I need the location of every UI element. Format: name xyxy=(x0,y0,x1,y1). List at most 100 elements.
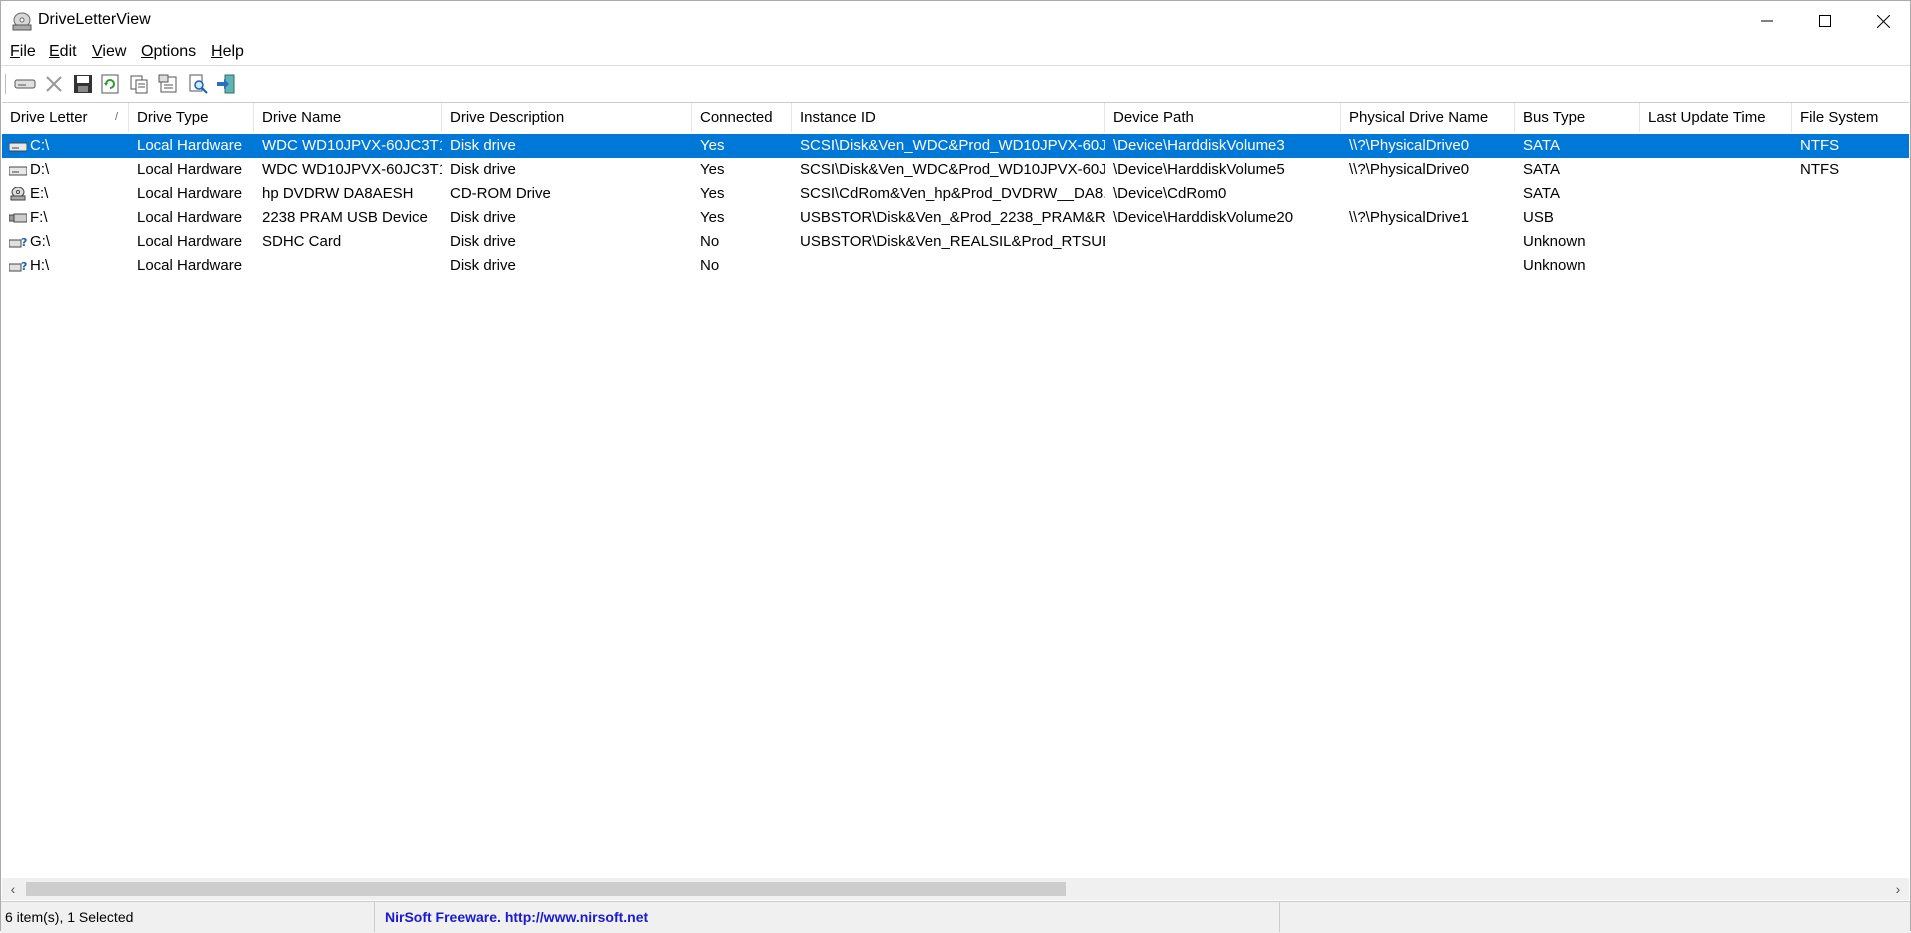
cell-instance-id xyxy=(792,254,1105,278)
cell-file-system xyxy=(1792,230,1909,254)
cell-last-update-time xyxy=(1640,254,1792,278)
cell-drive-name: SDHC Card xyxy=(262,233,342,250)
cell-drive-type: Local Hardware xyxy=(137,257,243,274)
column-header-row: Drive Letter / Drive Type Drive Name Dri… xyxy=(2,103,1909,132)
table-row[interactable]: ? G:\ Local Hardware SDHC Card Disk driv… xyxy=(2,230,1909,254)
cell-drive-name xyxy=(254,254,442,278)
cell-physical-drive-name: \\?\PhysicalDrive0 xyxy=(1349,137,1470,154)
cell-connected: Yes xyxy=(700,137,725,154)
column-header-bus-type[interactable]: Bus Type xyxy=(1515,103,1640,132)
cell-physical-drive-name: \\?\PhysicalDrive1 xyxy=(1349,209,1470,226)
properties-button[interactable] xyxy=(156,72,180,96)
menu-options[interactable]: Options xyxy=(141,43,196,61)
column-header-instance-id[interactable]: Instance ID xyxy=(792,103,1105,132)
table-row[interactable]: E:\ Local Hardware hp DVDRW DA8AESH CD-R… xyxy=(2,182,1909,206)
cell-drive-type: Local Hardware xyxy=(137,209,243,226)
cell-drive-name: hp DVDRW DA8AESH xyxy=(262,185,414,202)
cell-physical-drive-name xyxy=(1341,182,1515,206)
menu-file[interactable]: File xyxy=(10,43,36,61)
cell-file-system xyxy=(1792,206,1909,230)
title-bar[interactable]: DriveLetterView xyxy=(1,1,1910,41)
find-button[interactable] xyxy=(186,72,210,96)
refresh-icon xyxy=(101,74,119,94)
cell-instance-id: USBSTOR\Disk&Ven_REALSIL&Prod_RTSUE... xyxy=(800,233,1105,250)
menu-view[interactable]: View xyxy=(92,43,126,61)
menu-edit[interactable]: Edit xyxy=(49,43,77,61)
column-header-drive-type[interactable]: Drive Type xyxy=(129,103,254,132)
cell-connected: No xyxy=(700,233,720,250)
cell-drive-description: CD-ROM Drive xyxy=(450,185,551,202)
cell-device-path: \Device\HarddiskVolume5 xyxy=(1113,161,1285,178)
cell-device-path: \Device\HarddiskVolume20 xyxy=(1113,209,1294,226)
cell-drive-name: WDC WD10JPVX-60JC3T1 xyxy=(262,161,442,178)
cell-drive-letter: C:\ xyxy=(30,137,50,154)
cell-drive-description: Disk drive xyxy=(450,209,516,226)
cell-file-system: NTFS xyxy=(1800,137,1840,154)
minimize-button[interactable] xyxy=(1738,1,1796,41)
delete-button[interactable] xyxy=(42,72,66,96)
cell-drive-name: 2238 PRAM USB Device xyxy=(262,209,428,226)
column-header-connected[interactable]: Connected xyxy=(692,103,792,132)
exit-icon xyxy=(217,74,235,94)
window-title: DriveLetterView xyxy=(38,11,151,28)
close-icon xyxy=(1876,14,1890,28)
table-row[interactable]: C:\ Local Hardware WDC WD10JPVX-60JC3T1 … xyxy=(2,134,1909,158)
cell-connected: Yes xyxy=(700,209,725,226)
scrollbar-thumb[interactable] xyxy=(26,882,1066,896)
menu-help[interactable]: Help xyxy=(211,43,244,61)
column-header-drive-name[interactable]: Drive Name xyxy=(254,103,442,132)
scroll-right-icon[interactable]: › xyxy=(1887,878,1909,900)
app-disk-icon xyxy=(11,10,33,32)
exit-button[interactable] xyxy=(214,72,238,96)
cell-drive-description: Disk drive xyxy=(450,233,516,250)
properties-icon xyxy=(158,74,177,93)
toolbar xyxy=(1,65,1910,102)
column-header-drive-description[interactable]: Drive Description xyxy=(442,103,692,132)
minimize-icon xyxy=(1761,20,1773,22)
column-header-last-update-time[interactable]: Last Update Time xyxy=(1640,103,1792,132)
save-icon xyxy=(74,75,92,93)
refresh-button[interactable] xyxy=(98,72,122,96)
cell-instance-id: USBSTOR\Disk&Ven_&Prod_2238_PRAM&R... xyxy=(800,209,1105,226)
scroll-left-icon[interactable]: ‹ xyxy=(2,878,24,900)
cell-instance-id: SCSI\Disk&Ven_WDC&Prod_WD10JPVX-60J... xyxy=(800,137,1105,154)
cell-drive-letter: G:\ xyxy=(30,233,51,250)
cell-connected: Yes xyxy=(700,161,725,178)
sort-ascending-icon: / xyxy=(114,111,118,123)
cell-drive-description: Disk drive xyxy=(450,257,516,274)
cell-instance-id: SCSI\Disk&Ven_WDC&Prod_WD10JPVX-60J... xyxy=(800,161,1105,178)
cell-device-path: \Device\CdRom0 xyxy=(1113,185,1227,202)
column-header-file-system[interactable]: File System xyxy=(1792,103,1909,132)
nirsoft-link[interactable]: NirSoft Freeware. http://www.nirsoft.net xyxy=(375,902,1280,932)
cell-instance-id: SCSI\CdRom&Ven_hp&Prod_DVDRW__DA8... xyxy=(800,185,1105,202)
horizontal-scrollbar[interactable]: ‹ › xyxy=(2,878,1909,900)
cell-physical-drive-name xyxy=(1341,230,1515,254)
drive-properties-button[interactable] xyxy=(13,72,37,96)
table-row[interactable]: D:\ Local Hardware WDC WD10JPVX-60JC3T1 … xyxy=(2,158,1909,182)
maximize-button[interactable] xyxy=(1796,1,1854,41)
cell-drive-type: Local Hardware xyxy=(137,161,243,178)
table-row[interactable]: ? H:\ Local Hardware Disk drive No Unkno… xyxy=(2,254,1909,278)
cell-last-update-time xyxy=(1640,134,1792,158)
cell-drive-letter: F:\ xyxy=(30,209,48,226)
column-header-drive-letter[interactable]: Drive Letter / xyxy=(2,103,129,132)
save-button[interactable] xyxy=(71,72,95,96)
table-row[interactable]: F:\ Local Hardware 2238 PRAM USB Device … xyxy=(2,206,1909,230)
copy-button[interactable] xyxy=(127,72,151,96)
cell-device-path xyxy=(1105,230,1341,254)
cell-drive-letter: E:\ xyxy=(30,185,49,202)
close-button[interactable] xyxy=(1854,1,1911,41)
status-empty-panel xyxy=(1280,902,1911,932)
cell-bus-type: Unknown xyxy=(1523,257,1586,274)
cell-drive-type: Local Hardware xyxy=(137,185,243,202)
find-icon xyxy=(189,74,208,94)
cell-drive-type: Local Hardware xyxy=(137,233,243,250)
cell-last-update-time xyxy=(1640,206,1792,230)
cell-bus-type: SATA xyxy=(1523,161,1560,178)
cell-file-system: NTFS xyxy=(1800,161,1840,178)
drive-list[interactable]: Drive Letter / Drive Type Drive Name Dri… xyxy=(2,102,1909,879)
column-header-physical-drive-name[interactable]: Physical Drive Name xyxy=(1341,103,1515,132)
column-header-device-path[interactable]: Device Path xyxy=(1105,103,1341,132)
cell-connected: Yes xyxy=(700,185,725,202)
column-header-label: Drive Letter xyxy=(10,109,88,126)
